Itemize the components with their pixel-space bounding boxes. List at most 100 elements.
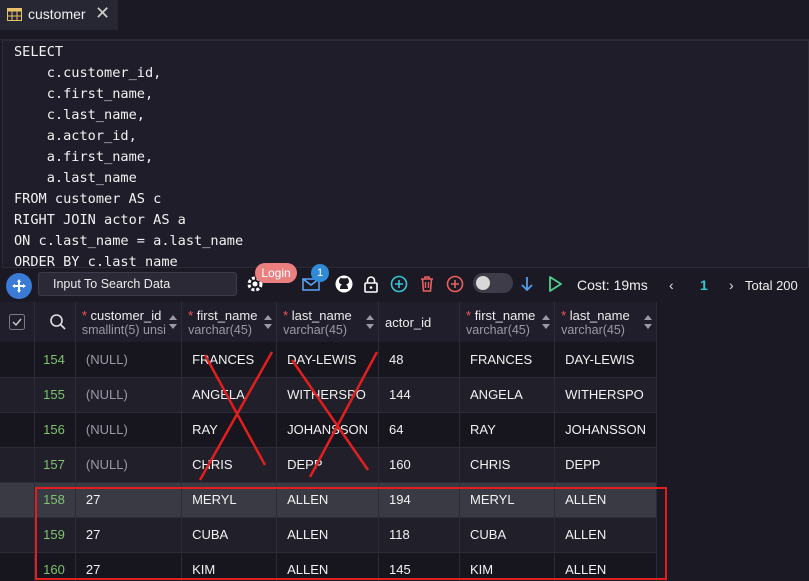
row-number: 157 [34, 447, 76, 483]
table-cell[interactable]: ALLEN [276, 517, 380, 553]
column-header-first-name[interactable]: * first_name varchar(45) [181, 302, 278, 342]
search-icon[interactable] [49, 313, 67, 331]
table-cell[interactable]: DAY-LEWIS [554, 342, 657, 378]
column-label: first_name [474, 307, 536, 323]
login-button[interactable]: Login [255, 263, 297, 283]
table-cell[interactable]: WITHERSPO [554, 377, 657, 413]
row-select-cell[interactable] [0, 342, 36, 378]
column-header-last-name[interactable]: * last_name varchar(45) [554, 302, 657, 342]
next-page-icon[interactable]: › [729, 277, 734, 293]
required-marker: * [561, 307, 570, 323]
table-cell[interactable]: FRANCES [181, 342, 278, 378]
table-cell[interactable]: 118 [378, 517, 461, 553]
row-select-cell[interactable] [0, 447, 36, 483]
table-cell[interactable]: (NULL) [75, 412, 183, 448]
table-cell[interactable]: ALLEN [554, 517, 657, 553]
table-cell[interactable]: CHRIS [459, 447, 556, 483]
tab-customer[interactable]: customer ✕ [0, 0, 118, 30]
prev-page-icon[interactable]: ‹ [669, 277, 674, 293]
table-cell[interactable]: 27 [75, 482, 183, 518]
table-cell[interactable]: 194 [378, 482, 461, 518]
table-row[interactable]: 160 27 KIM ALLEN 145 KIM ALLEN [0, 552, 657, 581]
table-cell[interactable]: JOHANSSON [276, 412, 380, 448]
table-cell[interactable]: KIM [459, 552, 556, 581]
row-select-cell[interactable] [0, 412, 36, 448]
table-cell[interactable]: CUBA [181, 517, 278, 553]
page-number[interactable]: 1 [700, 277, 708, 293]
table-cell[interactable]: DEPP [276, 447, 380, 483]
sort-icon[interactable] [365, 314, 375, 330]
select-all-cell[interactable] [0, 302, 36, 342]
mail-badge: 1 [311, 264, 329, 282]
table-cell[interactable]: ALLEN [554, 552, 657, 581]
delete-icon[interactable] [417, 274, 437, 294]
table-cell[interactable]: 64 [378, 412, 461, 448]
table-cell[interactable]: JOHANSSON [554, 412, 657, 448]
table-cell[interactable]: KIM [181, 552, 278, 581]
table-cell[interactable]: (NULL) [75, 447, 183, 483]
row-select-cell[interactable] [0, 517, 36, 553]
table-cell[interactable]: ALLEN [276, 482, 380, 518]
sort-icon[interactable] [263, 314, 273, 330]
column-header-first-name[interactable]: * first_name varchar(45) [459, 302, 556, 342]
lock-icon[interactable] [361, 274, 381, 294]
table-cell[interactable]: ALLEN [554, 482, 657, 518]
table-row[interactable]: 157 (NULL) CHRIS DEPP 160 CHRIS DEPP [0, 447, 657, 483]
add-circle-icon[interactable] [445, 274, 465, 294]
table-cell[interactable]: 27 [75, 517, 183, 553]
table-cell[interactable]: 144 [378, 377, 461, 413]
table-cell[interactable]: ANGELA [459, 377, 556, 413]
table-cell[interactable]: WITHERSPO [276, 377, 380, 413]
table-row[interactable]: 159 27 CUBA ALLEN 118 CUBA ALLEN [0, 517, 657, 553]
add-row-icon[interactable] [389, 274, 409, 294]
column-name: * first_name [466, 308, 548, 323]
column-type: varchar(45) [561, 322, 625, 337]
move-button[interactable] [6, 273, 32, 299]
table-cell[interactable]: 160 [378, 447, 461, 483]
table-row[interactable]: 155 (NULL) ANGELA WITHERSPO 144 ANGELA WITHERS… [0, 377, 657, 413]
table-cell[interactable]: MERYL [181, 482, 278, 518]
table-cell[interactable]: CUBA [459, 517, 556, 553]
search-input[interactable]: Input To Search Data [38, 272, 237, 296]
row-select-cell[interactable] [0, 552, 36, 581]
column-header-customer-id[interactable]: * customer_id smallint(5) unsi [75, 302, 183, 342]
sort-icon[interactable] [168, 314, 178, 330]
sort-icon[interactable] [541, 314, 551, 330]
table-cell[interactable]: ALLEN [276, 552, 380, 581]
table-cell[interactable]: ANGELA [181, 377, 278, 413]
arrow-down-icon[interactable] [517, 274, 537, 294]
table-cell[interactable]: DEPP [554, 447, 657, 483]
column-header-actor-id[interactable]: actor_id [378, 302, 461, 342]
table-row[interactable]: 154 (NULL) FRANCES DAY-LEWIS 48 FRANCES DAY-LE… [0, 342, 657, 378]
column-header-last-name[interactable]: * last_name varchar(45) [276, 302, 380, 342]
table-cell[interactable]: 145 [378, 552, 461, 581]
run-icon[interactable] [545, 274, 565, 294]
required-marker: * [466, 307, 475, 323]
column-name: * last_name [283, 308, 372, 323]
table-cell[interactable]: RAY [181, 412, 278, 448]
table-cell[interactable]: DAY-LEWIS [276, 342, 380, 378]
row-number: 160 [34, 552, 76, 581]
github-icon[interactable] [334, 274, 354, 294]
sort-icon[interactable] [643, 314, 653, 330]
required-marker: * [81, 307, 91, 323]
column-name: * first_name [188, 308, 270, 323]
table-cell[interactable]: CHRIS [181, 447, 278, 483]
table-row[interactable]: 158 27 MERYL ALLEN 194 MERYL ALLEN [0, 482, 657, 518]
checkbox-icon[interactable] [9, 314, 25, 330]
sql-editor[interactable]: SELECT c.customer_id, c.first_name, c.la… [2, 40, 809, 270]
table-cell[interactable]: 27 [75, 552, 183, 581]
toggle-knob [476, 276, 490, 290]
table-cell[interactable]: (NULL) [75, 342, 183, 378]
close-icon[interactable]: ✕ [95, 3, 110, 24]
row-select-cell[interactable] [0, 482, 36, 518]
toggle-switch[interactable] [473, 273, 513, 293]
row-select-cell[interactable] [0, 377, 36, 413]
table-cell[interactable]: 48 [378, 342, 461, 378]
table-cell[interactable]: (NULL) [75, 377, 183, 413]
table-cell[interactable]: RAY [459, 412, 556, 448]
table-cell[interactable]: MERYL [459, 482, 556, 518]
table-row[interactable]: 156 (NULL) RAY JOHANSSON 64 RAY JOHANSSON [0, 412, 657, 448]
table-cell[interactable]: FRANCES [459, 342, 556, 378]
search-column-header[interactable] [34, 302, 76, 342]
